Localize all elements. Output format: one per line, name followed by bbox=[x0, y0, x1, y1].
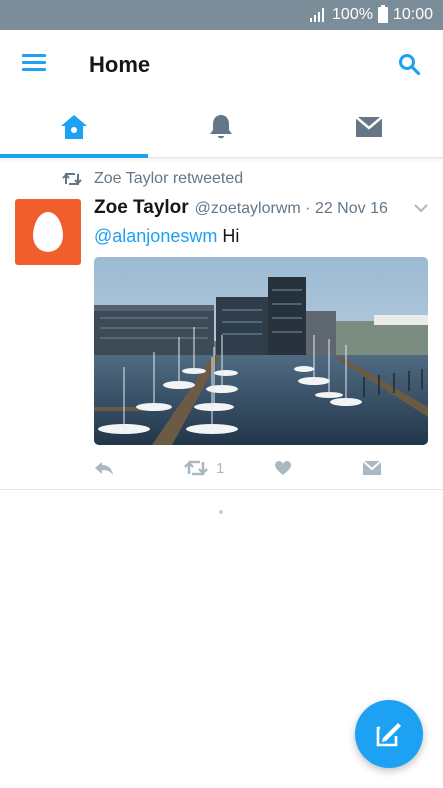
status-bar: 100% 10:00 bbox=[0, 0, 443, 30]
compose-tweet-button[interactable] bbox=[355, 700, 423, 768]
tab-bar bbox=[0, 98, 443, 158]
tweet-photo[interactable] bbox=[94, 257, 428, 445]
heart-icon bbox=[275, 461, 291, 475]
menu-button[interactable] bbox=[22, 54, 46, 72]
loading-indicator bbox=[219, 510, 223, 514]
retweet-icon bbox=[184, 460, 208, 476]
chevron-down-icon[interactable] bbox=[413, 202, 429, 214]
reply-icon bbox=[95, 462, 113, 475]
app-bar: Home bbox=[0, 30, 443, 98]
signal-icon bbox=[310, 8, 325, 22]
menu-icon-bar bbox=[22, 61, 46, 64]
direct-message-button[interactable] bbox=[362, 457, 382, 479]
reply-button[interactable] bbox=[94, 457, 114, 479]
home-icon bbox=[60, 115, 87, 139]
battery-percent: 100% bbox=[332, 6, 373, 23]
retweet-icon bbox=[62, 172, 82, 186]
tab-home[interactable] bbox=[0, 98, 148, 156]
tab-notifications[interactable] bbox=[148, 98, 296, 156]
retweet-context-text: Zoe Taylor retweeted bbox=[94, 170, 244, 187]
author-meta: @zoetaylorwm · 22 Nov 16 bbox=[194, 200, 388, 217]
harbor-photo-icon bbox=[94, 257, 428, 445]
tweet-body: Hi bbox=[217, 226, 240, 246]
page-title: Home bbox=[89, 52, 151, 77]
status-indicators: 100% 10:00 bbox=[309, 5, 433, 24]
mention-link[interactable]: @alanjoneswm bbox=[94, 226, 217, 246]
clock: 10:00 bbox=[392, 6, 433, 23]
retweet-context: Zoe Taylor retweeted bbox=[62, 170, 243, 188]
tweet-text: @alanjoneswm Hi bbox=[94, 226, 239, 247]
envelope-icon bbox=[362, 460, 382, 475]
avatar[interactable] bbox=[15, 199, 81, 265]
compose-icon bbox=[376, 723, 401, 747]
envelope-icon bbox=[355, 116, 383, 137]
tweet[interactable]: Zoe Taylor retweeted Zoe Taylor @zoetayl… bbox=[0, 162, 443, 490]
search-icon[interactable] bbox=[397, 52, 421, 76]
tab-messages[interactable] bbox=[295, 98, 443, 156]
menu-icon bbox=[22, 54, 46, 57]
battery-icon bbox=[377, 5, 388, 23]
bell-icon bbox=[210, 115, 233, 139]
retweet-button[interactable]: 1 bbox=[184, 457, 224, 479]
like-button[interactable] bbox=[274, 457, 292, 479]
tweet-header: Zoe Taylor @zoetaylorwm · 22 Nov 16 bbox=[94, 197, 388, 219]
menu-icon-bar bbox=[22, 68, 46, 71]
tweet-actions: 1 bbox=[94, 457, 428, 479]
author-name[interactable]: Zoe Taylor bbox=[94, 197, 189, 219]
egg-avatar-icon bbox=[33, 212, 63, 252]
retweet-count: 1 bbox=[216, 459, 225, 477]
